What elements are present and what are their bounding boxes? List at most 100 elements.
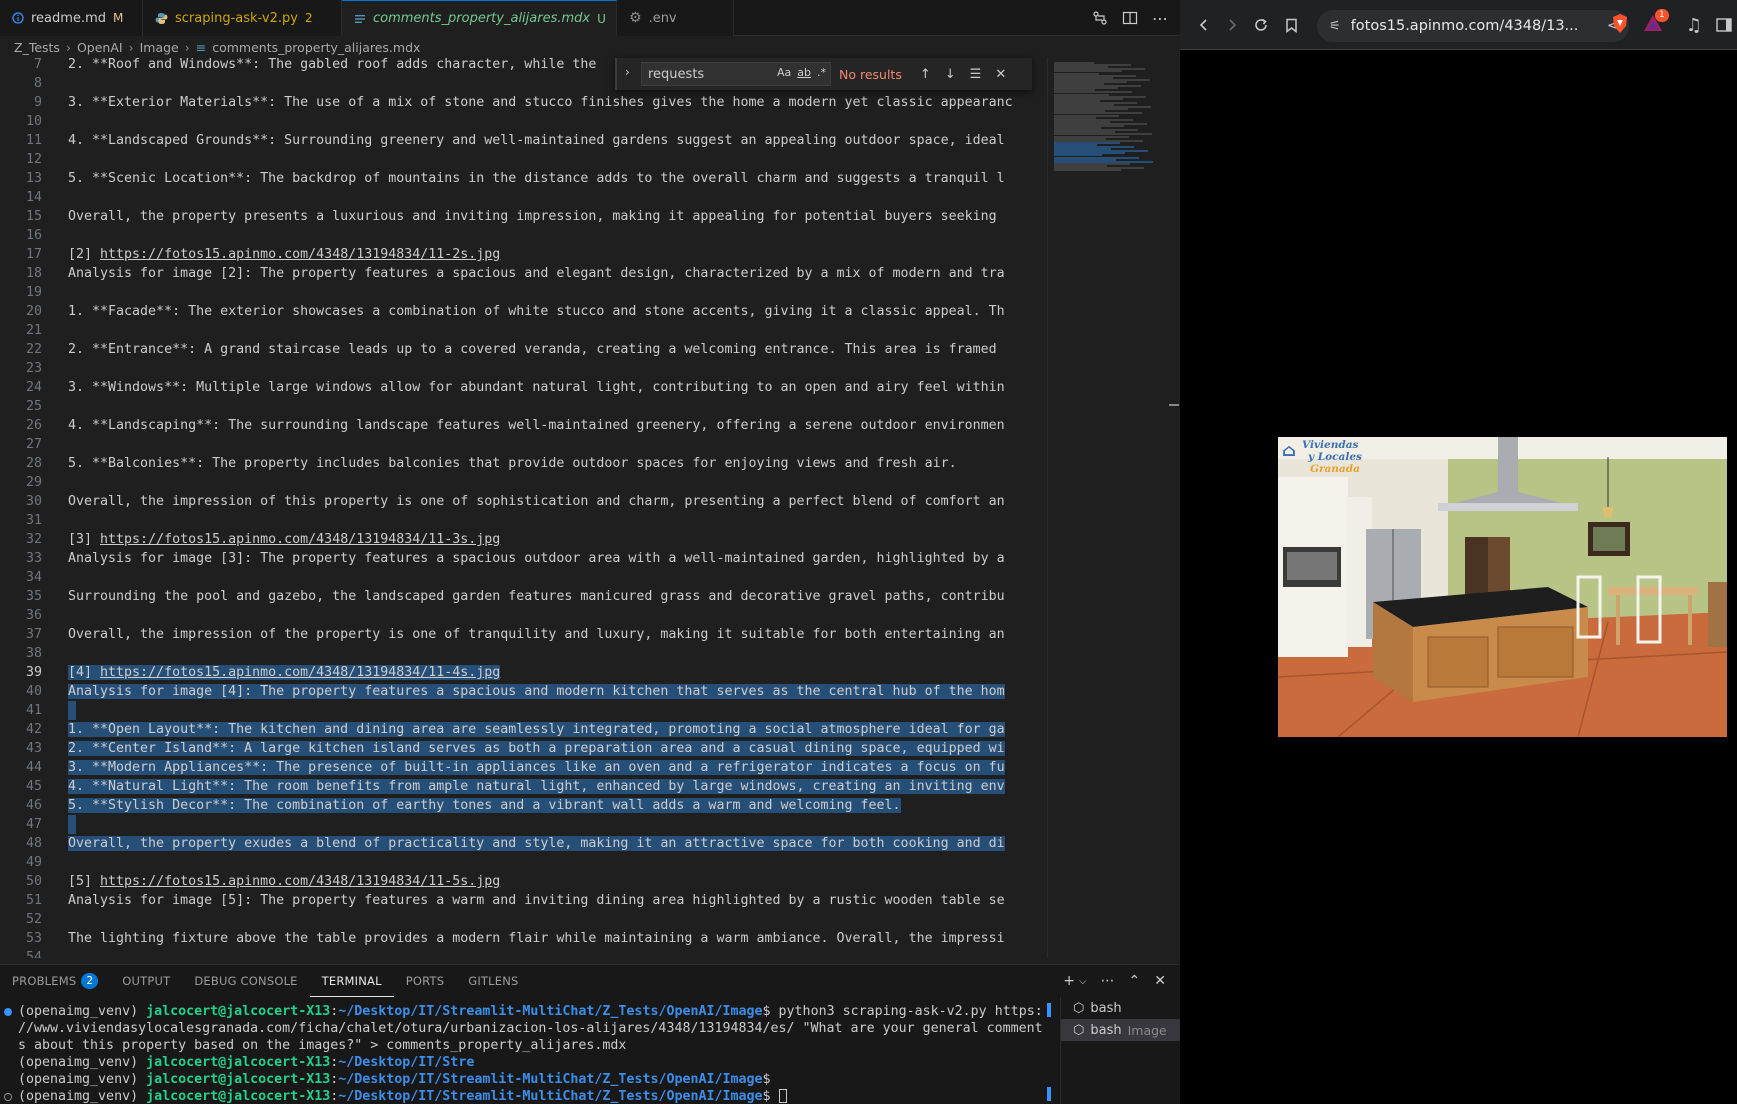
code-line[interactable]: 13 5. **Scenic Location**: The backdrop o…: [0, 169, 1047, 188]
code-line[interactable]: 29: [0, 473, 1047, 492]
code-line[interactable]: 49: [0, 853, 1047, 872]
regex-icon[interactable]: .*: [817, 66, 826, 79]
code-line[interactable]: 16: [0, 226, 1047, 245]
split-editor-icon[interactable]: [1122, 10, 1138, 26]
close-panel-icon[interactable]: ✕: [1154, 973, 1166, 989]
chevron-down-icon[interactable]: ⌵: [1079, 976, 1087, 987]
code-line[interactable]: 50 [5] https://fotos15.apinmo.com/4348/13…: [0, 872, 1047, 891]
code-line[interactable]: 43 2. **Center Island**: A large kitchen …: [0, 739, 1047, 758]
image-url-link[interactable]: https://fotos15.apinmo.com/4348/13194834…: [100, 247, 500, 262]
tab-debug-console[interactable]: DEBUG CONSOLE: [182, 965, 309, 997]
bookmark-icon[interactable]: [1277, 11, 1305, 39]
code-line[interactable]: 27: [0, 435, 1047, 454]
code-line[interactable]: 28 5. **Balconies**: The property include…: [0, 454, 1047, 473]
tab-terminal[interactable]: TERMINAL: [309, 965, 394, 997]
new-terminal-icon[interactable]: +: [1063, 973, 1075, 989]
code-line[interactable]: 44 3. **Modern Appliances**: The presence…: [0, 758, 1047, 777]
breadcrumb-item[interactable]: OpenAI: [77, 40, 123, 55]
image-url-link[interactable]: https://fotos15.apinmo.com/4348/13194834…: [100, 665, 501, 680]
terminal-list-item[interactable]: ⬡ bash: [1061, 997, 1180, 1019]
terminal-output[interactable]: (openaimg_venv) jalcocert@jalcocert-X13:…: [0, 1003, 1050, 1104]
match-case-icon[interactable]: Aa: [777, 66, 791, 79]
code-line[interactable]: 40 Analysis for image [4]: The property f…: [0, 682, 1047, 701]
code-line[interactable]: 46 5. **Stylish Decor**: The combination …: [0, 796, 1047, 815]
reload-icon[interactable]: [1247, 11, 1275, 39]
code-line[interactable]: 42 1. **Open Layout**: The kitchen and di…: [0, 720, 1047, 739]
code-line[interactable]: 39 [4] https://fotos15.apinmo.com/4348/13…: [0, 663, 1047, 682]
code-line[interactable]: 22 2. **Entrance**: A grand staircase lea…: [0, 340, 1047, 359]
tab-output[interactable]: OUTPUT: [110, 965, 182, 997]
tab-ports[interactable]: PORTS: [394, 965, 456, 997]
code-line[interactable]: 21: [0, 321, 1047, 340]
maximize-panel-icon[interactable]: ⌃: [1129, 973, 1141, 989]
code-line[interactable]: 30 Overall, the impression of this proper…: [0, 492, 1047, 511]
code-line[interactable]: 19: [0, 283, 1047, 302]
code-line[interactable]: 10: [0, 112, 1047, 131]
tab-env[interactable]: ⚙ .env: [617, 0, 734, 36]
brave-shields-icon[interactable]: [1610, 13, 1630, 39]
code-line[interactable]: 24 3. **Windows**: Multiple large windows…: [0, 378, 1047, 397]
code-line[interactable]: 12: [0, 150, 1047, 169]
code-line[interactable]: 48 Overall, the property exudes a blend o…: [0, 834, 1047, 853]
code-line[interactable]: 14: [0, 188, 1047, 207]
arrow-up-icon[interactable]: ↑: [920, 67, 931, 82]
code-line[interactable]: 15 Overall, the property presents a luxur…: [0, 207, 1047, 226]
vertical-scrollbar[interactable]: [1167, 58, 1180, 958]
address-bar[interactable]: ⚟ fotos15.apinmo.com/4348/13... ⋖: [1317, 10, 1629, 42]
code-line[interactable]: 34: [0, 568, 1047, 587]
more-actions-icon[interactable]: ⋯: [1152, 9, 1168, 28]
code-line[interactable]: 38: [0, 644, 1047, 663]
tab-problems[interactable]: PROBLEMS 2: [0, 965, 110, 997]
code-line[interactable]: 23: [0, 359, 1047, 378]
sidebar-toggle-icon[interactable]: [1710, 11, 1737, 39]
code-line[interactable]: 18 Analysis for image [2]: The property f…: [0, 264, 1047, 283]
code-line[interactable]: 37 Overall, the impression of the propert…: [0, 625, 1047, 644]
code-line[interactable]: 31: [0, 511, 1047, 530]
chevron-right-icon[interactable]: ›: [625, 65, 630, 79]
code-line[interactable]: 32 [3] https://fotos15.apinmo.com/4348/13…: [0, 530, 1047, 549]
image-url-link[interactable]: https://fotos15.apinmo.com/4348/13194834…: [100, 874, 500, 889]
find-in-selection-icon[interactable]: ☰: [970, 67, 982, 82]
find-input[interactable]: requests Aa ab .*: [641, 62, 831, 86]
code-line[interactable]: 20 1. **Facade**: The exterior showcases …: [0, 302, 1047, 321]
more-actions-icon[interactable]: ⋯: [1101, 973, 1115, 989]
tab-gitlens[interactable]: GITLENS: [456, 965, 530, 997]
terminal-list-item[interactable]: ⬡ bash Image: [1061, 1019, 1180, 1041]
code-line[interactable]: 51 Analysis for image [5]: The property f…: [0, 891, 1047, 910]
code-line[interactable]: 52: [0, 910, 1047, 929]
code-line[interactable]: 53 The lighting fixture above the table p…: [0, 929, 1047, 948]
code-line[interactable]: 17 [2] https://fotos15.apinmo.com/4348/13…: [0, 245, 1047, 264]
code-line[interactable]: 11 4. **Landscaped Grounds**: Surrounding…: [0, 131, 1047, 150]
arrow-down-icon[interactable]: ↓: [945, 67, 956, 82]
tab-scraping-ask[interactable]: scraping-ask-v2.py 2: [143, 0, 342, 36]
code-editor[interactable]: 7 2. **Roof and Windows**: The gabled roo…: [0, 58, 1047, 958]
breadcrumb-item[interactable]: Image: [140, 40, 179, 55]
code-line[interactable]: 25: [0, 397, 1047, 416]
tab-readme[interactable]: readme.md M: [0, 0, 143, 36]
code-line[interactable]: 54: [0, 948, 1047, 958]
command-status-icon[interactable]: [4, 1093, 12, 1101]
breadcrumb-item[interactable]: comments_property_alijares.mdx: [212, 40, 420, 55]
code-line[interactable]: 45 4. **Natural Light**: The room benefit…: [0, 777, 1047, 796]
code-line[interactable]: 36: [0, 606, 1047, 625]
terminal-scrollbar[interactable]: [1047, 1003, 1053, 1103]
minimap[interactable]: [1047, 58, 1167, 958]
music-icon[interactable]: ♫: [1680, 11, 1708, 39]
code-line[interactable]: 35 Surrounding the pool and gazebo, the l…: [0, 587, 1047, 606]
tab-comments-property[interactable]: comments_property_alijares.mdx U ✕: [342, 0, 627, 36]
compare-changes-icon[interactable]: [1092, 10, 1108, 26]
brave-rewards-icon[interactable]: 1: [1642, 9, 1669, 37]
code-line[interactable]: 41: [0, 701, 1047, 720]
code-line[interactable]: 26 4. **Landscaping**: The surrounding la…: [0, 416, 1047, 435]
code-line[interactable]: 47: [0, 815, 1047, 834]
match-word-icon[interactable]: ab: [797, 66, 811, 79]
close-icon[interactable]: ✕: [995, 67, 1006, 82]
image-url-link[interactable]: https://fotos15.apinmo.com/4348/13194834…: [100, 532, 500, 547]
back-icon[interactable]: [1190, 11, 1218, 39]
forward-icon[interactable]: [1218, 11, 1246, 39]
breadcrumb-item[interactable]: Z_Tests: [14, 40, 60, 55]
code-line[interactable]: 33 Analysis for image [3]: The property f…: [0, 549, 1047, 568]
command-status-icon[interactable]: [4, 1008, 12, 1016]
site-settings-icon[interactable]: ⚟: [1329, 19, 1341, 34]
code-line[interactable]: 9 3. **Exterior Materials**: The use of a…: [0, 93, 1047, 112]
